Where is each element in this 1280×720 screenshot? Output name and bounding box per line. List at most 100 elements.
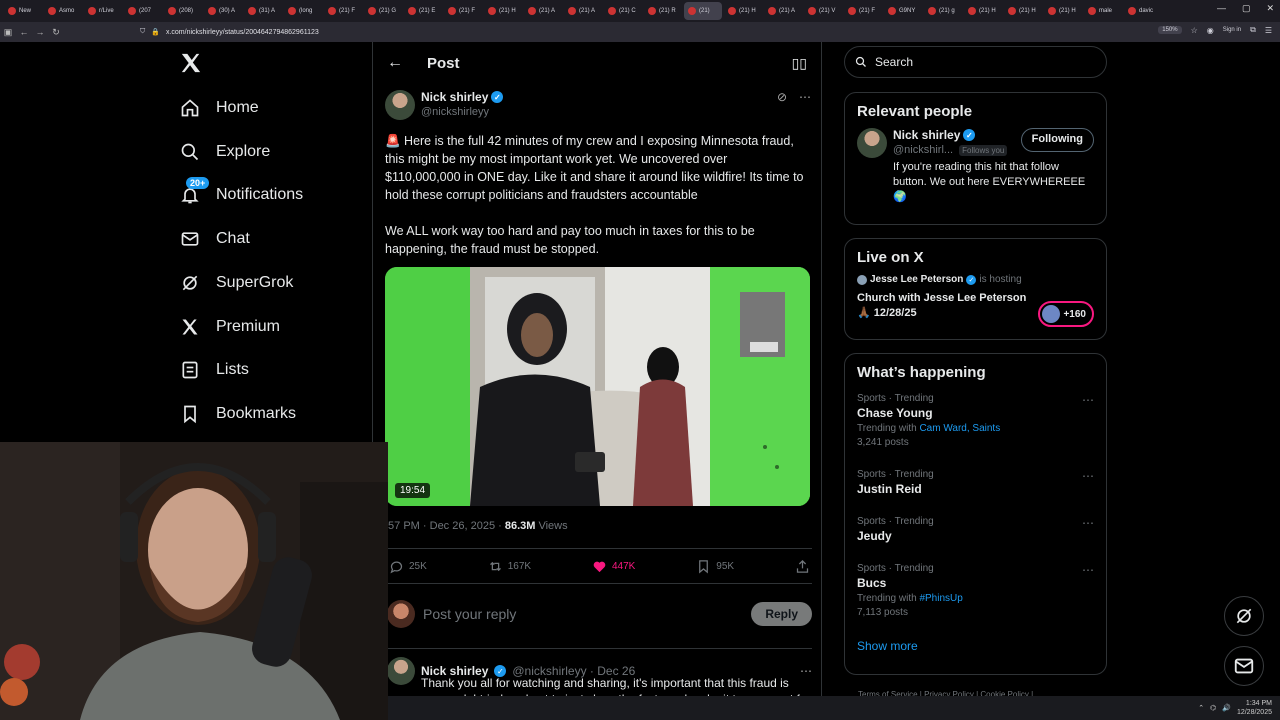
volume-icon[interactable]: 🔊 xyxy=(1222,704,1231,712)
share-action[interactable] xyxy=(795,559,810,574)
browser-tab[interactable]: (21) E xyxy=(404,2,442,20)
browser-tab[interactable]: male xyxy=(1084,2,1122,20)
avatar[interactable] xyxy=(857,128,887,158)
back-icon[interactable]: ← xyxy=(16,27,32,37)
close-icon[interactable]: ✕ xyxy=(1266,3,1274,14)
grok-fab-button[interactable] xyxy=(1224,596,1264,636)
sidebar-item-supergrok[interactable]: SuperGrok xyxy=(180,268,293,298)
browser-tab[interactable]: (21) A xyxy=(764,2,802,20)
x-logo[interactable] xyxy=(180,52,202,81)
reply-input[interactable]: Post your reply xyxy=(423,606,516,622)
zoom-level[interactable]: 150% xyxy=(1158,26,1182,34)
more-options-icon[interactable]: ⋯ xyxy=(1082,393,1094,407)
sidebar-item-home[interactable]: Home xyxy=(180,93,259,123)
menu-icon[interactable]: ☰ xyxy=(1265,26,1272,35)
browser-tab[interactable]: (long xyxy=(284,2,322,20)
post-video[interactable]: 19:54 xyxy=(385,267,810,506)
post-paragraph: 🚨 Here is the full 42 minutes of my crew… xyxy=(385,134,804,202)
sidebar-item-bookmarks[interactable]: Bookmarks xyxy=(180,399,296,429)
browser-tab[interactable]: (21) xyxy=(684,2,722,20)
more-options-icon[interactable]: ⋯ xyxy=(799,90,811,120)
browser-tab[interactable]: (21) V xyxy=(804,2,842,20)
browser-tab[interactable]: r/Live xyxy=(84,2,122,20)
account-icon[interactable]: ◉ xyxy=(1207,26,1214,35)
reader-mode-icon[interactable]: ▯▯ xyxy=(792,55,807,72)
relevant-people-card: Relevant people Nick shirley ✓ @nickshir… xyxy=(844,92,1107,225)
sign-in-button[interactable]: Sign in xyxy=(1223,27,1241,33)
author-name[interactable]: Nick shirley xyxy=(421,90,488,104)
browser-tab[interactable]: (31) A xyxy=(244,2,282,20)
browser-tab[interactable]: G9NY xyxy=(884,2,922,20)
author-handle[interactable]: @nickshirleyy xyxy=(421,106,503,118)
browser-tab[interactable]: davic xyxy=(1124,2,1162,20)
address-bar[interactable]: ⛉ 🔒 x.com/nickshirleyy/status/2004642794… xyxy=(136,24,1126,40)
trend-item[interactable]: Sports · Trending Bucs Trending with #Ph… xyxy=(857,563,1094,629)
mail-icon xyxy=(181,232,199,246)
browser-tab[interactable]: (21) g xyxy=(924,2,962,20)
reply-button[interactable]: Reply xyxy=(751,602,812,626)
tray-arrow-icon[interactable]: ⌃ xyxy=(1198,704,1204,712)
like-action[interactable]: 447K xyxy=(592,559,635,574)
trend-related-links[interactable]: Cam Ward, Saints xyxy=(919,423,1000,434)
browser-tab[interactable]: (207 xyxy=(124,2,162,20)
forward-icon[interactable]: → xyxy=(32,27,48,37)
browser-tab[interactable]: (21) H xyxy=(1004,2,1042,20)
back-arrow-icon[interactable]: ← xyxy=(387,54,403,72)
avatar[interactable] xyxy=(387,657,415,685)
person-name[interactable]: Nick shirley xyxy=(893,128,960,142)
relevant-person[interactable]: Nick shirley ✓ @nickshirl... Follows you… xyxy=(857,128,1094,158)
sidebar-item-premium[interactable]: Premium xyxy=(180,312,280,342)
trend-item[interactable]: Sports · Trending Jeudy ⋯ xyxy=(857,516,1094,553)
maximize-icon[interactable]: ▢ xyxy=(1242,3,1251,14)
more-options-icon[interactable]: ⋯ xyxy=(1082,469,1094,483)
sidebar-toggle-icon[interactable]: ▣ xyxy=(0,27,16,38)
browser-tab[interactable]: (21) F xyxy=(844,2,882,20)
sidebar-item-explore[interactable]: Explore xyxy=(180,137,270,167)
messages-fab-button[interactable] xyxy=(1224,646,1264,686)
browser-tab[interactable]: New xyxy=(4,2,42,20)
grok-icon[interactable]: ⊘ xyxy=(777,90,787,120)
extensions-icon[interactable]: ⧉ xyxy=(1250,25,1256,35)
show-more-link[interactable]: Show more xyxy=(857,639,1094,653)
browser-tab[interactable]: (21) G xyxy=(364,2,402,20)
browser-tab[interactable]: (21) F xyxy=(324,2,362,20)
more-options-icon[interactable]: ⋯ xyxy=(1082,516,1094,530)
repost-action[interactable]: 167K xyxy=(488,559,531,574)
tab-favicon-icon xyxy=(968,7,976,15)
sidebar-item-lists[interactable]: Lists xyxy=(180,355,249,385)
live-on-x-card[interactable]: Live on X Jesse Lee Peterson ✓ is hostin… xyxy=(844,238,1107,340)
listeners-badge: +160 xyxy=(1038,301,1094,327)
bookmark-action[interactable]: 95K xyxy=(696,559,734,574)
sidebar-item-notifications[interactable]: 20+ Notifications xyxy=(180,177,303,210)
more-options-icon[interactable]: ⋯ xyxy=(800,664,812,678)
trend-related-links[interactable]: #PhinsUp xyxy=(919,593,962,604)
clock[interactable]: 1:34 PM 12/28/2025 xyxy=(1237,699,1272,717)
bookmark-star-icon[interactable]: ☆ xyxy=(1191,26,1198,35)
reload-icon[interactable]: ↻ xyxy=(48,27,64,38)
more-options-icon[interactable]: ⋯ xyxy=(1082,563,1094,577)
search-input[interactable]: Search xyxy=(844,46,1107,78)
post-timestamp[interactable]: :57 PM · Dec 26, 2025 · xyxy=(385,520,505,532)
browser-tab[interactable]: (208) xyxy=(164,2,202,20)
avatar[interactable] xyxy=(385,90,415,120)
sidebar-item-chat[interactable]: Chat xyxy=(180,224,250,254)
browser-tab[interactable]: (21) A xyxy=(524,2,562,20)
browser-tab[interactable]: (21) A xyxy=(564,2,602,20)
browser-tab[interactable]: (21) H xyxy=(964,2,1002,20)
minimize-icon[interactable]: — xyxy=(1217,3,1226,14)
reply-action[interactable]: 25K xyxy=(389,559,427,574)
person-handle[interactable]: @nickshirl... xyxy=(893,144,953,156)
trend-item[interactable]: Sports · Trending Justin Reid ⋯ xyxy=(857,469,1094,506)
browser-tab[interactable]: (21) H xyxy=(1044,2,1082,20)
browser-tab[interactable]: (30) A xyxy=(204,2,242,20)
browser-tab[interactable]: Asmo xyxy=(44,2,82,20)
browser-tab[interactable]: (21) R xyxy=(644,2,682,20)
browser-tab[interactable]: (21) H xyxy=(724,2,762,20)
browser-tab[interactable]: (21) F xyxy=(444,2,482,20)
browser-tab[interactable]: (21) H xyxy=(484,2,522,20)
following-button[interactable]: Following xyxy=(1020,128,1094,152)
tab-favicon-icon xyxy=(528,7,536,15)
trend-item[interactable]: Sports · Trending Chase Young Trending w… xyxy=(857,393,1094,459)
browser-tab[interactable]: (21) C xyxy=(604,2,642,20)
network-icon[interactable]: ⌬ xyxy=(1210,704,1216,712)
